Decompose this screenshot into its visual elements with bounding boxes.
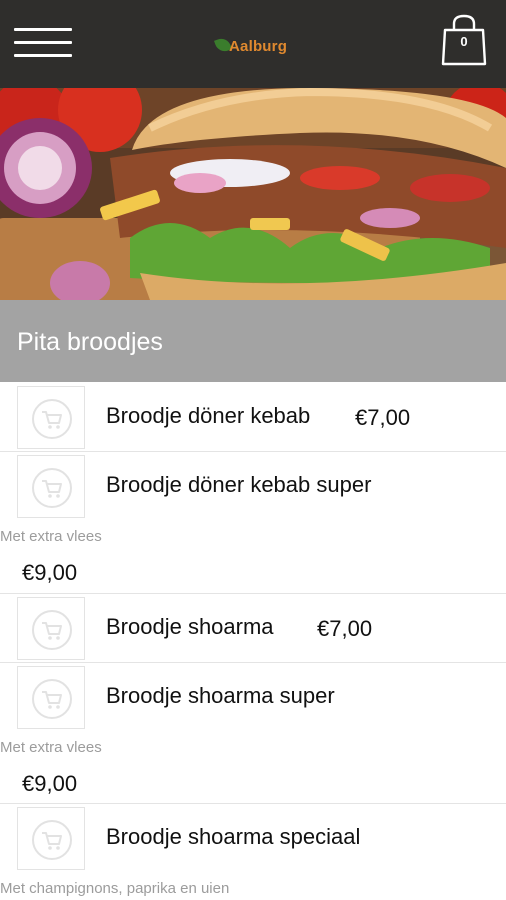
menu-item-row: Broodje döner kebab super [0, 452, 506, 520]
menu-item-row: Broodje döner kebab €7,00 [0, 383, 506, 451]
category-header[interactable]: Pita broodjes [0, 300, 506, 382]
menu-item-price: €7,00 [317, 616, 373, 641]
pita-sandwich-illustration [0, 88, 506, 300]
add-to-cart-button[interactable] [17, 597, 85, 660]
hamburger-menu-icon[interactable] [14, 24, 72, 64]
top-bar: Aalburg 0 [0, 0, 506, 88]
menu-item-description: Met champignons, paprika en uien [0, 880, 230, 897]
menu-item-row: Broodje shoarma super [0, 663, 506, 731]
menu-item-name: Broodje shoarma super [106, 683, 335, 708]
shopping-bag-button[interactable]: 0 [441, 14, 487, 66]
add-to-cart-icon [32, 820, 72, 860]
menu-item-row: Broodje shoarma €7,00 [0, 594, 506, 662]
menu-item-name: Broodje döner kebab [106, 403, 311, 428]
add-to-cart-button[interactable] [17, 455, 85, 518]
menu-item-description: Met extra vlees [0, 528, 102, 545]
add-to-cart-button[interactable] [17, 807, 85, 870]
logo[interactable]: Aalburg [214, 36, 296, 58]
logo-text: Aalburg [229, 38, 288, 55]
category-title: Pita broodjes [17, 328, 163, 356]
add-to-cart-button[interactable] [17, 386, 85, 449]
menu-item-price: €9,00 [22, 560, 78, 585]
add-to-cart-button[interactable] [17, 666, 85, 729]
add-to-cart-icon [32, 468, 72, 508]
menu-item-name: Broodje shoarma speciaal [106, 824, 361, 849]
menu-item-name: Broodje döner kebab super [106, 472, 372, 497]
menu-item-description: Met extra vlees [0, 739, 102, 756]
cart-count-badge: 0 [460, 34, 468, 49]
menu-item-price: €7,00 [355, 405, 411, 430]
add-to-cart-icon [32, 679, 72, 719]
menu-item-name: Broodje shoarma [106, 614, 274, 639]
menu-item-price: €9,00 [22, 771, 78, 796]
add-to-cart-icon [32, 610, 72, 650]
hero-image [0, 88, 506, 300]
add-to-cart-icon [32, 399, 72, 439]
menu-item-row: Broodje shoarma speciaal [0, 804, 506, 872]
